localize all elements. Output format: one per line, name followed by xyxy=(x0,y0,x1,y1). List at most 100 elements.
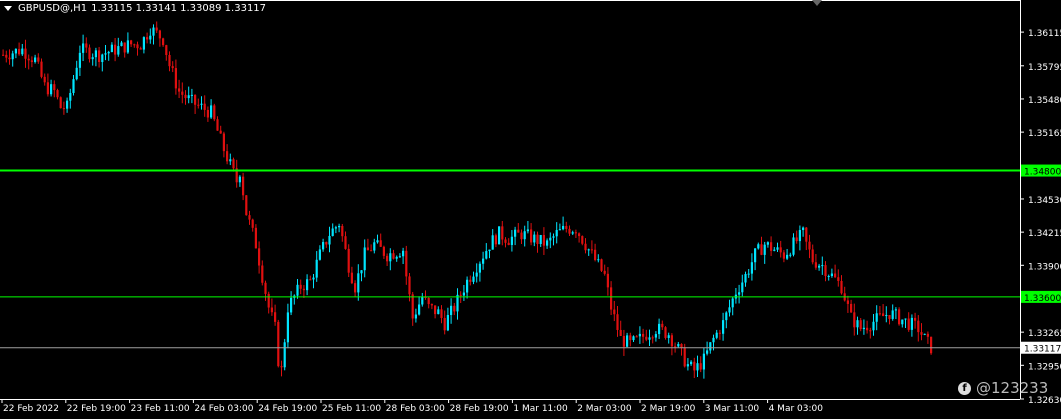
candle xyxy=(85,37,88,53)
chart-menu-triangle-icon[interactable] xyxy=(4,6,12,11)
candle xyxy=(715,329,718,340)
candle-body xyxy=(795,237,798,242)
candle xyxy=(907,312,910,332)
candle xyxy=(690,360,693,366)
candle xyxy=(261,260,264,286)
candle xyxy=(306,274,309,296)
candle-body xyxy=(382,246,385,256)
candle xyxy=(600,258,603,272)
candle-body xyxy=(251,219,254,228)
candle-body xyxy=(875,313,878,322)
candle-body xyxy=(242,176,245,196)
candle-body xyxy=(197,104,200,106)
candle-body xyxy=(168,55,171,67)
candle-body xyxy=(50,84,53,95)
candle xyxy=(363,239,366,278)
candle xyxy=(27,54,30,70)
candle xyxy=(245,195,248,216)
candle xyxy=(296,279,299,299)
candle-body xyxy=(648,337,651,340)
candle xyxy=(222,131,225,158)
candle xyxy=(66,97,69,113)
candle-body xyxy=(82,43,85,53)
candle xyxy=(43,73,46,86)
x-tick-label: 3 Mar 11:00 xyxy=(705,404,760,414)
candle-body xyxy=(376,240,379,243)
candle xyxy=(194,94,197,114)
candle xyxy=(734,288,737,304)
candle xyxy=(514,226,517,246)
candle-body xyxy=(379,240,382,247)
candle-body xyxy=(69,92,72,101)
candle xyxy=(370,244,373,252)
candle-body xyxy=(443,317,446,331)
candle xyxy=(325,241,328,248)
x-tick-label: 23 Feb 11:00 xyxy=(131,404,190,414)
candle xyxy=(738,284,741,304)
candle xyxy=(568,225,571,237)
chart-shift-marker-icon[interactable] xyxy=(812,0,822,6)
candle-body xyxy=(274,312,277,322)
candle xyxy=(581,235,584,246)
candle xyxy=(46,73,49,97)
candle xyxy=(312,274,315,289)
candle xyxy=(338,223,341,233)
candle-body xyxy=(466,279,469,293)
candle-body xyxy=(78,52,81,68)
candle xyxy=(203,95,206,117)
candle xyxy=(267,291,270,314)
candle-body xyxy=(712,337,715,343)
candle-body xyxy=(88,47,91,60)
candle xyxy=(926,331,929,344)
candle-body xyxy=(494,235,497,245)
candle xyxy=(760,236,763,256)
candle xyxy=(606,267,609,296)
candle xyxy=(456,288,459,320)
candle-body xyxy=(341,226,344,237)
candle-body xyxy=(232,159,235,169)
candle-body xyxy=(610,287,613,310)
candle-body xyxy=(190,94,193,96)
candle-body xyxy=(888,315,891,319)
candle-body xyxy=(136,44,139,49)
candle xyxy=(290,291,293,316)
candle xyxy=(53,80,56,98)
price-chart[interactable]: 1.36115 1.35795 1.35480 1.35165 1.34530 1.342… xyxy=(0,0,1061,419)
candle xyxy=(837,269,840,287)
candle-body xyxy=(155,27,158,31)
candle-body xyxy=(46,82,49,95)
candle xyxy=(347,244,350,278)
candle xyxy=(658,318,661,339)
candle xyxy=(523,225,526,247)
candle xyxy=(392,249,395,260)
candle-body xyxy=(203,103,206,110)
candle xyxy=(501,221,504,246)
candle-body xyxy=(475,272,478,277)
candle-body xyxy=(510,236,513,245)
chart-window[interactable]: 1.36115 1.35795 1.35480 1.35165 1.34530 1.342… xyxy=(0,0,1061,419)
candle xyxy=(418,296,421,316)
candle xyxy=(824,261,827,282)
candle-body xyxy=(114,44,117,55)
candle-body xyxy=(174,68,177,89)
candle-body xyxy=(770,242,773,251)
candle-body xyxy=(162,38,165,46)
candle-body xyxy=(594,249,597,261)
candle-body xyxy=(802,227,805,231)
candle-body xyxy=(923,333,926,335)
candle-body xyxy=(72,79,75,93)
candle-body xyxy=(885,315,888,317)
candle-body xyxy=(130,40,133,45)
candle xyxy=(478,261,481,282)
y-tick-label: 1.36115 xyxy=(1028,29,1061,39)
candle xyxy=(910,314,913,337)
candle-body xyxy=(312,277,315,280)
candle-body xyxy=(635,336,638,338)
candle xyxy=(142,36,145,54)
candle xyxy=(821,256,824,275)
candle-body xyxy=(811,249,814,263)
candle xyxy=(840,275,843,295)
candle xyxy=(648,329,651,347)
candle xyxy=(446,307,449,332)
candle xyxy=(213,103,216,122)
